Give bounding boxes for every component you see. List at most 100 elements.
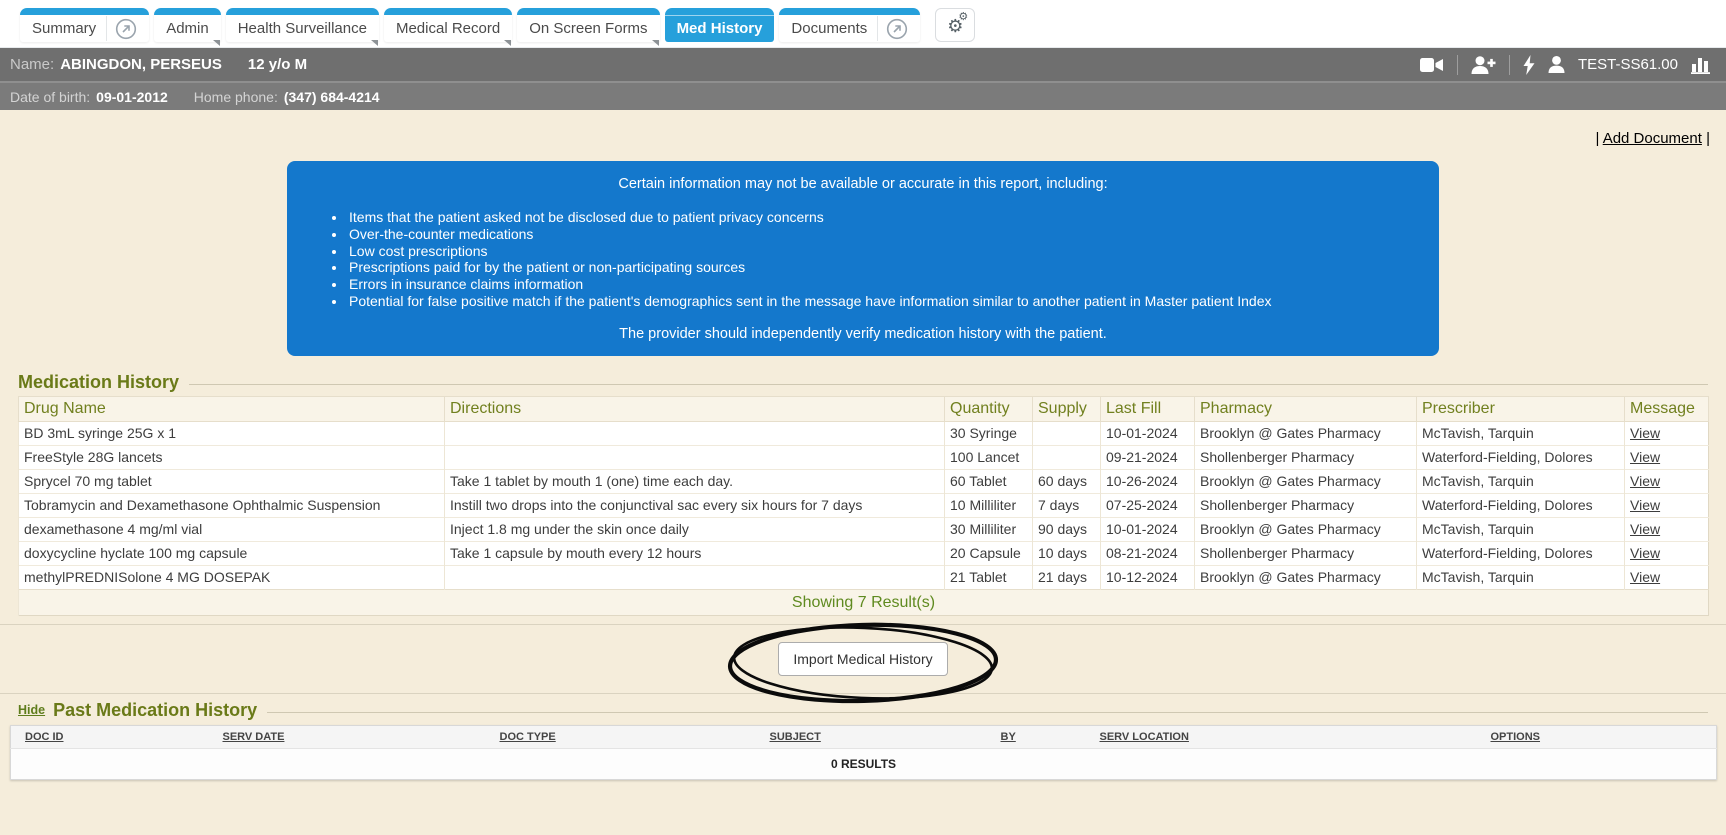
popout-icon[interactable] bbox=[115, 18, 137, 40]
view-link[interactable]: View bbox=[1630, 425, 1660, 441]
tab-medical-record[interactable]: Medical Record bbox=[384, 8, 512, 42]
cell-pharmacy: Brooklyn @ Gates Pharmacy bbox=[1195, 517, 1417, 541]
col-header-serv-location[interactable]: SERV LOCATION bbox=[1100, 731, 1189, 743]
patient-subbanner: Date of birth: 09-01-2012 Home phone: (3… bbox=[0, 81, 1726, 110]
empty-results-row: 0 RESULTS bbox=[11, 748, 1717, 779]
cell-quantity: 10 Milliliter bbox=[945, 493, 1033, 517]
person-icon[interactable] bbox=[1548, 56, 1565, 73]
cell-message: View bbox=[1625, 445, 1709, 469]
patient-name: ABINGDON, PERSEUS bbox=[60, 56, 222, 73]
view-link[interactable]: View bbox=[1630, 497, 1660, 513]
popout-icon[interactable] bbox=[886, 18, 908, 40]
title-rule bbox=[267, 712, 1708, 713]
med-history-body: BD 3mL syringe 25G x 130 Syringe10-01-20… bbox=[19, 421, 1709, 589]
notice-bullet: Prescriptions paid for by the patient or… bbox=[347, 259, 1411, 276]
col-header-doc-id[interactable]: DOC ID bbox=[25, 731, 64, 743]
col-header-supply: Supply bbox=[1033, 396, 1101, 421]
add-person-icon[interactable] bbox=[1471, 56, 1496, 74]
tab-on-screen-forms[interactable]: On Screen Forms bbox=[517, 8, 659, 42]
hide-link[interactable]: Hide bbox=[18, 703, 45, 717]
cell-pharmacy: Brooklyn @ Gates Pharmacy bbox=[1195, 469, 1417, 493]
settings-button[interactable]: ⚙ ⚙ bbox=[935, 8, 975, 42]
cell-prescriber: Waterford-Fielding, Dolores bbox=[1417, 445, 1625, 469]
cell-pharmacy: Brooklyn @ Gates Pharmacy bbox=[1195, 565, 1417, 589]
tab-med-history[interactable]: Med History bbox=[665, 8, 775, 42]
cell-quantity: 60 Tablet bbox=[945, 469, 1033, 493]
divider bbox=[1509, 55, 1510, 75]
cell-supply: 90 days bbox=[1033, 517, 1101, 541]
results-footer-row: Showing 7 Result(s) bbox=[19, 589, 1709, 615]
video-camera-icon[interactable] bbox=[1420, 57, 1444, 73]
view-link[interactable]: View bbox=[1630, 521, 1660, 537]
cell-directions bbox=[445, 421, 945, 445]
view-link[interactable]: View bbox=[1630, 569, 1660, 585]
cell-drug: dexamethasone 4 mg/ml vial bbox=[19, 517, 445, 541]
tab-summary[interactable]: Summary bbox=[20, 8, 149, 42]
table-row: Sprycel 70 mg tabletTake 1 tablet by mou… bbox=[19, 469, 1709, 493]
cell-pharmacy: Shollenberger Pharmacy bbox=[1195, 541, 1417, 565]
cell-quantity: 20 Capsule bbox=[945, 541, 1033, 565]
cell-last-fill: 10-01-2024 bbox=[1101, 421, 1195, 445]
cell-prescriber: McTavish, Tarquin bbox=[1417, 469, 1625, 493]
cell-prescriber: McTavish, Tarquin bbox=[1417, 565, 1625, 589]
notice-bullet: Low cost prescriptions bbox=[347, 243, 1411, 260]
col-header-by[interactable]: BY bbox=[1001, 731, 1016, 743]
col-header-serv-date[interactable]: SERV DATE bbox=[223, 731, 285, 743]
pipe: | bbox=[1706, 130, 1710, 147]
view-link[interactable]: View bbox=[1630, 449, 1660, 465]
cell-drug: methylPREDNISolone 4 MG DOSEPAK bbox=[19, 565, 445, 589]
cell-directions: Take 1 tablet by mouth 1 (one) time each… bbox=[445, 469, 945, 493]
cell-prescriber: Waterford-Fielding, Dolores bbox=[1417, 493, 1625, 517]
results-count: Showing 7 Result(s) bbox=[19, 589, 1709, 615]
cell-directions bbox=[445, 445, 945, 469]
cell-message: View bbox=[1625, 517, 1709, 541]
cell-prescriber: Waterford-Fielding, Dolores bbox=[1417, 541, 1625, 565]
view-link[interactable]: View bbox=[1630, 545, 1660, 561]
view-link[interactable]: View bbox=[1630, 473, 1660, 489]
tab-admin[interactable]: Admin bbox=[154, 8, 221, 42]
name-label: Name: bbox=[10, 56, 54, 73]
table-row: dexamethasone 4 mg/ml vialInject 1.8 mg … bbox=[19, 517, 1709, 541]
add-document-link[interactable]: Add Document bbox=[1603, 130, 1702, 147]
cell-drug: FreeStyle 28G lancets bbox=[19, 445, 445, 469]
cell-message: View bbox=[1625, 541, 1709, 565]
tab-documents[interactable]: Documents bbox=[779, 8, 920, 42]
table-header-row: Drug Name Directions Quantity Supply Las… bbox=[19, 396, 1709, 421]
table-row: FreeStyle 28G lancets100 Lancet09-21-202… bbox=[19, 445, 1709, 469]
notice-bullet: Over-the-counter medications bbox=[347, 226, 1411, 243]
patient-phone: (347) 684-4214 bbox=[284, 89, 380, 105]
cell-pharmacy: Brooklyn @ Gates Pharmacy bbox=[1195, 421, 1417, 445]
cell-drug: BD 3mL syringe 25G x 1 bbox=[19, 421, 445, 445]
col-header-drug-name: Drug Name bbox=[19, 396, 445, 421]
col-header-doc-type[interactable]: DOC TYPE bbox=[500, 731, 556, 743]
lightning-icon[interactable] bbox=[1523, 55, 1535, 75]
table-row: doxycycline hyclate 100 mg capsuleTake 1… bbox=[19, 541, 1709, 565]
cell-last-fill: 08-21-2024 bbox=[1101, 541, 1195, 565]
cell-supply bbox=[1033, 445, 1101, 469]
empty-results-text: 0 RESULTS bbox=[11, 748, 1717, 779]
table-row: methylPREDNISolone 4 MG DOSEPAK21 Tablet… bbox=[19, 565, 1709, 589]
patient-banner: Name: ABINGDON, PERSEUS 12 y/o M TEST-SS… bbox=[0, 48, 1726, 81]
disclaimer-notice: Certain information may not be available… bbox=[287, 161, 1439, 356]
col-header-subject[interactable]: SUBJECT bbox=[770, 731, 821, 743]
bar-chart-icon[interactable] bbox=[1691, 55, 1712, 74]
table-row: Tobramycin and Dexamethasone Ophthalmic … bbox=[19, 493, 1709, 517]
import-medical-history-button[interactable]: Import Medical History bbox=[778, 642, 947, 676]
tab-health-surveillance[interactable]: Health Surveillance bbox=[226, 8, 379, 42]
notice-title: Certain information may not be available… bbox=[315, 171, 1411, 201]
col-header-options[interactable]: OPTIONS bbox=[1491, 731, 1541, 743]
section-title: Past Medication History bbox=[53, 700, 257, 721]
col-header-prescriber: Prescriber bbox=[1417, 396, 1625, 421]
divider bbox=[1457, 55, 1458, 75]
cell-directions: Take 1 capsule by mouth every 12 hours bbox=[445, 541, 945, 565]
cell-pharmacy: Shollenberger Pharmacy bbox=[1195, 493, 1417, 517]
notice-footer: The provider should independently verify… bbox=[315, 326, 1411, 342]
col-header-directions: Directions bbox=[445, 396, 945, 421]
cell-message: View bbox=[1625, 565, 1709, 589]
cell-drug: Tobramycin and Dexamethasone Ophthalmic … bbox=[19, 493, 445, 517]
col-header-pharmacy: Pharmacy bbox=[1195, 396, 1417, 421]
tab-menu-fold-icon bbox=[504, 40, 511, 46]
cell-last-fill: 10-01-2024 bbox=[1101, 517, 1195, 541]
cell-drug: Sprycel 70 mg tablet bbox=[19, 469, 445, 493]
tab-label: Med History bbox=[677, 20, 763, 37]
